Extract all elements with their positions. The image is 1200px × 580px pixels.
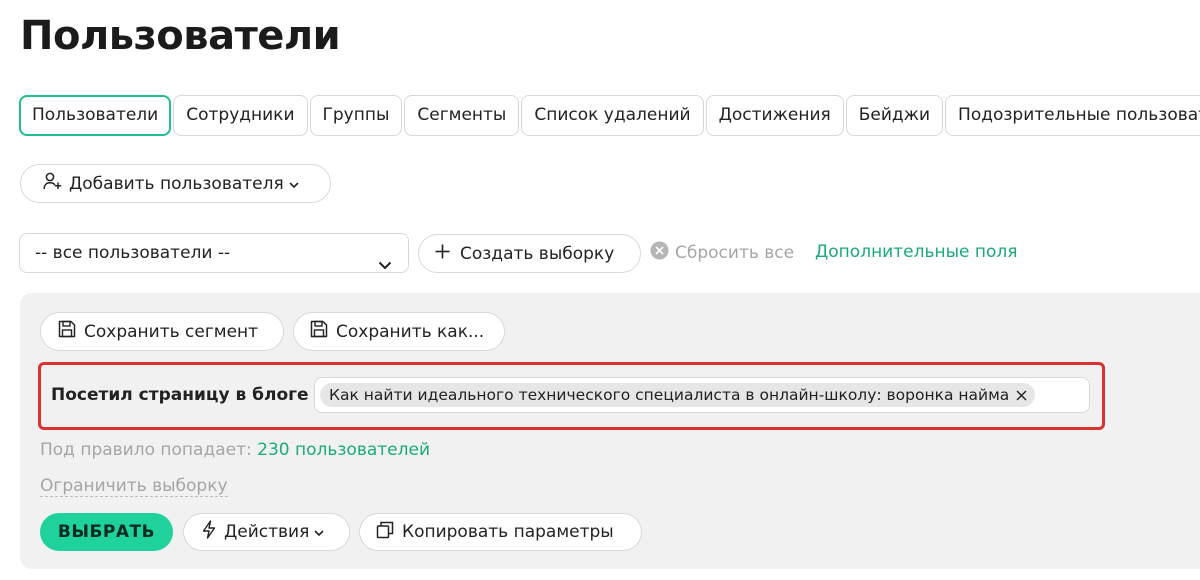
- select-button[interactable]: ВЫБРАТЬ: [40, 513, 173, 551]
- limit-selection-link[interactable]: Ограничить выборку: [40, 476, 228, 497]
- rule-count-prefix: Под правило попадает:: [40, 440, 252, 460]
- copy-icon: [376, 521, 394, 544]
- extra-fields-link[interactable]: Дополнительные поля: [815, 242, 1017, 262]
- lightning-icon: [202, 520, 216, 544]
- segment-select[interactable]: -- все пользователи --: [19, 233, 409, 273]
- add-user-label: Добавить пользователя: [69, 173, 284, 194]
- create-selection-label: Создать выборку: [460, 243, 615, 264]
- rule-tag-input[interactable]: Как найти идеального технического специа…: [314, 377, 1090, 413]
- tab-segments[interactable]: Сегменты: [404, 95, 520, 136]
- segment-select-value: -- все пользователи --: [35, 243, 231, 263]
- chevron-down-icon: [314, 522, 324, 542]
- save-segment-label: Сохранить сегмент: [84, 321, 259, 342]
- reset-all-label: Сбросить все: [675, 243, 795, 263]
- rule-tag: Как найти идеального технического специа…: [320, 383, 1036, 407]
- tab-users[interactable]: Пользователи: [19, 95, 172, 136]
- tab-deletion-list[interactable]: Список удалений: [521, 95, 704, 136]
- rule-label: Посетил страницу в блоге: [51, 385, 309, 405]
- save-icon: [310, 320, 328, 343]
- rule-count-link[interactable]: 230 пользователей: [257, 440, 430, 460]
- save-segment-button[interactable]: Сохранить сегмент: [40, 312, 284, 351]
- actions-button[interactable]: Действия: [183, 513, 350, 551]
- clear-circle-icon: [650, 241, 669, 265]
- chevron-down-icon: [289, 174, 299, 194]
- tab-badges[interactable]: Бейджи: [845, 95, 944, 136]
- chevron-down-icon: [378, 246, 392, 284]
- reset-all-button[interactable]: Сбросить все: [650, 241, 794, 265]
- users-page: Пользователи Пользователи Сотрудники Гру…: [0, 0, 1200, 580]
- close-icon[interactable]: [1016, 390, 1027, 401]
- tab-employees[interactable]: Сотрудники: [173, 95, 308, 136]
- tab-achievements[interactable]: Достижения: [705, 95, 844, 136]
- copy-params-label: Копировать параметры: [402, 522, 614, 542]
- create-selection-button[interactable]: Создать выборку: [418, 234, 641, 273]
- save-icon: [58, 320, 76, 343]
- user-plus-icon: [43, 172, 63, 195]
- page-title: Пользователи: [20, 13, 341, 59]
- tab-groups[interactable]: Группы: [309, 95, 403, 136]
- tab-suspicious-users[interactable]: Подозрительные пользователи: [945, 95, 1200, 136]
- rule-tag-text: Как найти идеального технического специа…: [329, 386, 1010, 404]
- rule-match-count: Под правило попадает: 230 пользователей: [40, 440, 430, 460]
- save-as-label: Сохранить как...: [336, 321, 485, 342]
- plus-icon: [435, 244, 450, 264]
- add-user-button[interactable]: Добавить пользователя: [20, 164, 331, 203]
- rule-row-highlight: Посетил страницу в блоге Как найти идеал…: [38, 362, 1105, 430]
- actions-label: Действия: [224, 522, 310, 542]
- copy-params-button[interactable]: Копировать параметры: [359, 513, 642, 551]
- save-as-button[interactable]: Сохранить как...: [293, 312, 505, 351]
- tab-bar: Пользователи Сотрудники Группы Сегменты …: [19, 95, 1200, 136]
